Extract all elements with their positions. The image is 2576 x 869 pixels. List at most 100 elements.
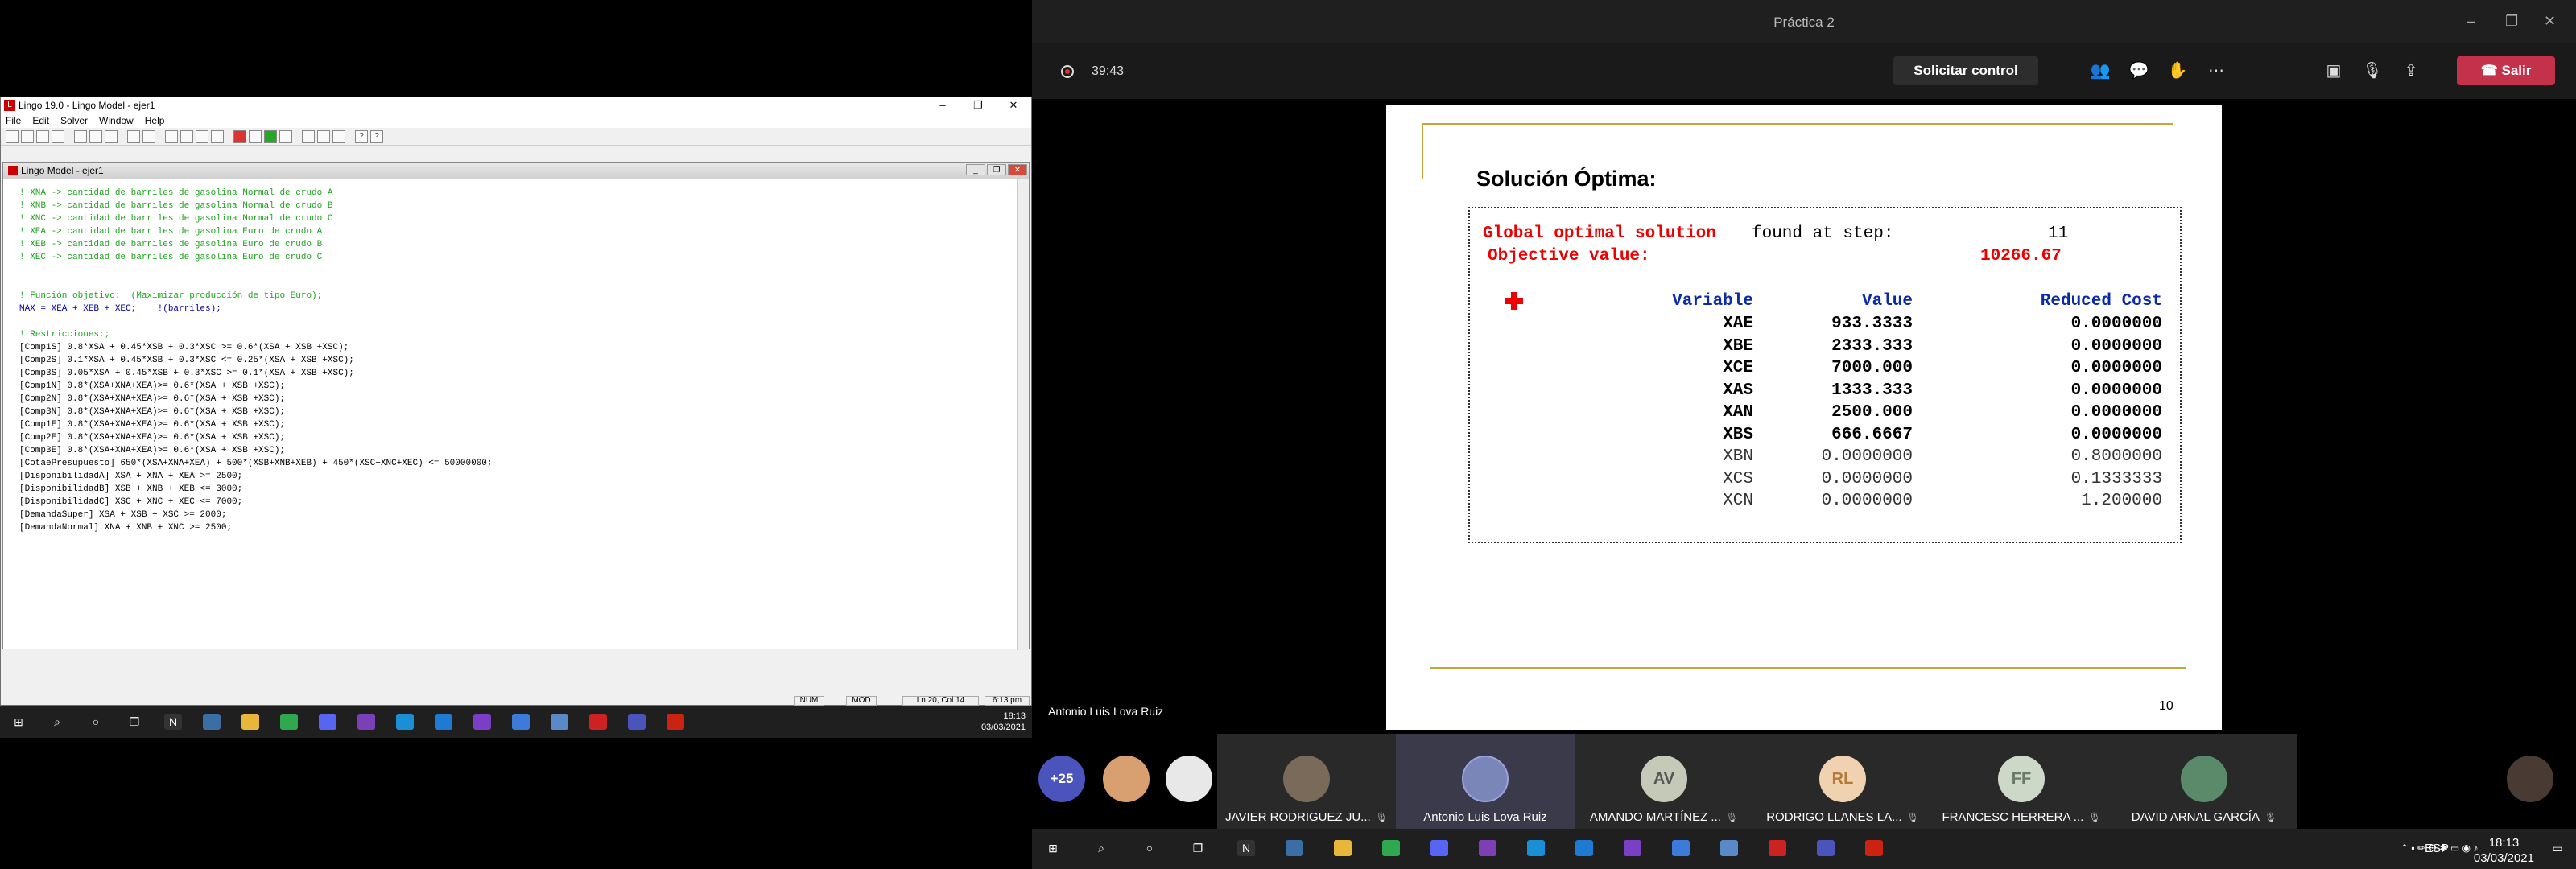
- leave-button[interactable]: ☎ Salir: [2457, 56, 2555, 85]
- menu-window[interactable]: Window: [99, 115, 134, 126]
- start-icon[interactable]: ⊞: [10, 714, 27, 730]
- vscode-icon[interactable]: [1575, 840, 1593, 856]
- lingo-window-title: Lingo 19.0 - Lingo Model - ejer1: [19, 100, 155, 111]
- undo-icon[interactable]: [127, 130, 140, 143]
- copy-icon[interactable]: [89, 130, 102, 143]
- cortana-icon[interactable]: ○: [87, 714, 105, 730]
- right-clock[interactable]: 18:13 03/03/2021: [2474, 835, 2534, 866]
- close-icon[interactable]: ✕: [996, 97, 1031, 113]
- task-view-icon[interactable]: ❐: [1189, 840, 1207, 856]
- open-file-icon[interactable]: [21, 130, 34, 143]
- options-icon[interactable]: [279, 130, 292, 143]
- redo-icon[interactable]: [142, 130, 155, 143]
- mic-off-icon[interactable]: 🎙: [2360, 60, 2384, 81]
- app-n-icon[interactable]: N: [1237, 840, 1255, 856]
- model-minimize-icon[interactable]: _: [966, 164, 985, 175]
- match-paren-icon[interactable]: [211, 130, 224, 143]
- cube-app-icon[interactable]: [1720, 840, 1738, 856]
- solve-icon[interactable]: [233, 130, 246, 143]
- app-n-icon[interactable]: N: [164, 714, 182, 730]
- minimize-icon[interactable]: –: [925, 97, 960, 113]
- edge-icon[interactable]: [396, 714, 414, 730]
- model-restore-icon[interactable]: ❐: [987, 164, 1006, 175]
- participant-tile-david[interactable]: DAVID ARNAL GARCÍA 🎙: [2111, 734, 2297, 829]
- paste-icon[interactable]: [105, 130, 118, 143]
- discord-icon[interactable]: [319, 714, 336, 730]
- virtualbox-icon[interactable]: [512, 714, 530, 730]
- teams-minimize-icon[interactable]: –: [2467, 13, 2475, 30]
- menu-solver[interactable]: Solver: [60, 115, 88, 126]
- help-icon[interactable]: ?: [355, 130, 368, 143]
- teams-icon[interactable]: [1817, 840, 1835, 856]
- participant-tile-amando[interactable]: AV AMANDO MARTÍNEZ ... 🎙: [1575, 734, 1753, 829]
- notifications-icon[interactable]: ▭: [2549, 840, 2566, 856]
- context-help-icon[interactable]: ?: [370, 130, 383, 143]
- task-view-icon[interactable]: ❐: [126, 714, 143, 730]
- model-close-icon[interactable]: ✕: [1008, 164, 1027, 175]
- participant-tile-rodrigo[interactable]: RL RODRIGO LLANES LA... 🎙: [1753, 734, 1932, 829]
- print-icon[interactable]: [52, 130, 64, 143]
- solution-icon[interactable]: [249, 130, 262, 143]
- cut-icon[interactable]: [74, 130, 87, 143]
- mic-muted-icon: 🎙: [2088, 812, 2101, 823]
- participant-tile-antonio[interactable]: Antonio Luis Lova Ruiz: [1396, 734, 1575, 829]
- cube-app-icon[interactable]: [551, 714, 568, 730]
- participant-tile-javier[interactable]: JAVIER RODRIGUEZ JU... 🎙: [1217, 734, 1396, 829]
- more-actions-icon[interactable]: ⋯: [2204, 60, 2228, 81]
- find-icon[interactable]: [165, 130, 178, 143]
- file-explorer-icon[interactable]: [242, 714, 259, 730]
- more-participants[interactable]: +25: [1032, 734, 1093, 829]
- save-icon[interactable]: [36, 130, 49, 143]
- share-screen-icon[interactable]: ⇪: [2399, 60, 2423, 81]
- mic-muted-icon: 🎙: [1725, 812, 1739, 823]
- vscode-icon[interactable]: [435, 714, 452, 730]
- goto-icon[interactable]: [196, 130, 208, 143]
- request-control-button[interactable]: Solicitar control: [1893, 56, 2038, 85]
- teams-maximize-icon[interactable]: ❐: [2505, 13, 2518, 30]
- acrobat-icon[interactable]: [667, 714, 684, 730]
- tile-icon[interactable]: [332, 130, 345, 143]
- lingo-taskbar-icon[interactable]: [589, 714, 607, 730]
- menu-help[interactable]: Help: [145, 115, 165, 126]
- input-language[interactable]: ESP: [2425, 842, 2449, 855]
- media-app-icon[interactable]: [357, 714, 375, 730]
- calendar-icon[interactable]: [203, 714, 221, 730]
- search-icon[interactable]: ⌕: [1092, 840, 1110, 856]
- camtasia-icon[interactable]: [1382, 840, 1400, 856]
- close-all-icon[interactable]: [317, 130, 330, 143]
- discord-icon[interactable]: [1430, 840, 1448, 856]
- matrix-icon[interactable]: [264, 130, 277, 143]
- restore-icon[interactable]: ❐: [960, 97, 996, 113]
- menu-file[interactable]: File: [6, 115, 21, 126]
- menu-edit[interactable]: Edit: [32, 115, 49, 126]
- media-app-icon[interactable]: [1479, 840, 1496, 856]
- replace-icon[interactable]: [180, 130, 193, 143]
- search-icon[interactable]: ⌕: [48, 714, 66, 730]
- lingo-taskbar-icon[interactable]: [1769, 840, 1786, 856]
- left-clock[interactable]: 18:13 03/03/2021: [981, 710, 1026, 733]
- virtualbox-icon[interactable]: [1672, 840, 1690, 856]
- editor-scrollbar[interactable]: [1017, 179, 1029, 650]
- acrobat-icon[interactable]: [1865, 840, 1883, 856]
- calendar-icon[interactable]: [1286, 840, 1303, 856]
- file-explorer-icon[interactable]: [1334, 840, 1352, 856]
- model-editor[interactable]: ! XNA -> cantidad de barriles de gasolin…: [19, 187, 1018, 534]
- chat-icon[interactable]: 💬: [2127, 60, 2151, 81]
- teams-close-icon[interactable]: ✕: [2544, 13, 2556, 30]
- camtasia-icon[interactable]: [280, 714, 298, 730]
- participant-photo-1[interactable]: [1093, 734, 1158, 829]
- visual-studio-icon[interactable]: [1624, 840, 1641, 856]
- visual-studio-icon[interactable]: [473, 714, 491, 730]
- camera-off-icon[interactable]: ▣: [2322, 60, 2346, 81]
- participant-tile-francesc[interactable]: FF FRANCESC HERRERA ... 🎙: [1932, 734, 2111, 829]
- new-file-icon[interactable]: [6, 130, 19, 143]
- teams-icon[interactable]: [628, 714, 646, 730]
- reactions-icon[interactable]: ✋: [2165, 60, 2190, 81]
- participant-photo-2[interactable]: [1158, 734, 1222, 829]
- participants-icon[interactable]: 👥: [2088, 60, 2112, 81]
- start-icon[interactable]: ⊞: [1044, 840, 1062, 856]
- self-view-tile[interactable]: [2297, 734, 2576, 829]
- edge-icon[interactable]: [1527, 840, 1545, 856]
- send-to-back-icon[interactable]: [302, 130, 315, 143]
- cortana-icon[interactable]: ○: [1141, 840, 1158, 856]
